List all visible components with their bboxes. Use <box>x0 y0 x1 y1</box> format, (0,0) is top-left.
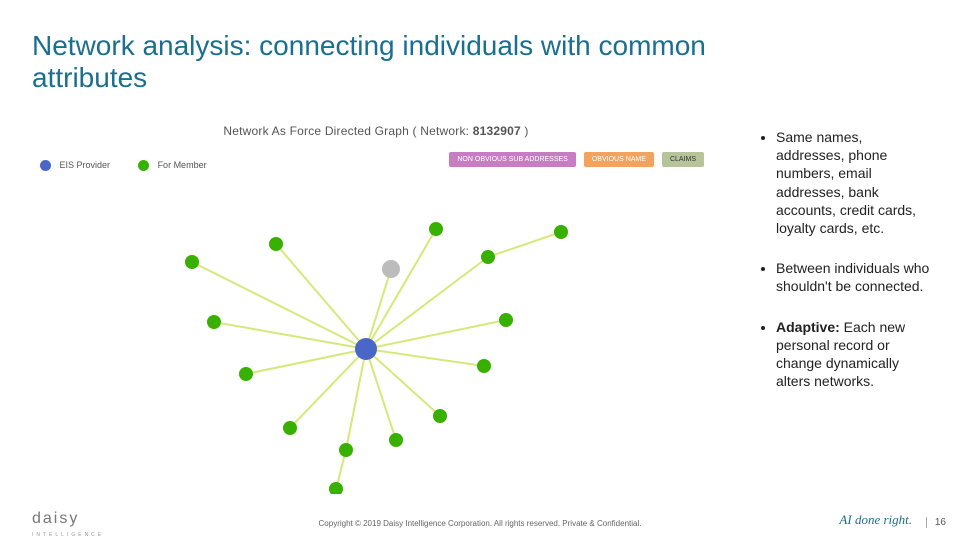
graph-node-provider[interactable] <box>355 338 377 360</box>
graph-node-member[interactable] <box>207 315 221 329</box>
legend-label-provider: EIS Provider <box>60 160 111 170</box>
graph-node-member[interactable] <box>477 359 491 373</box>
graph-title: Network As Force Directed Graph ( Networ… <box>36 124 716 138</box>
bullet-2: Between individuals who shouldn't be con… <box>776 259 930 295</box>
legend-item-member: For Member <box>138 160 207 171</box>
legend-marker-member <box>138 160 149 171</box>
legend-chip-obvious-name: OBVIOUS NAME <box>584 152 654 167</box>
graph-node-member[interactable] <box>389 433 403 447</box>
legend-chip-non-obvious: NON OBVIOUS SUB ADDRESSES <box>449 152 575 167</box>
legend-left: EIS Provider For Member <box>40 160 207 171</box>
legend-right: NON OBVIOUS SUB ADDRESSES OBVIOUS NAME C… <box>449 152 704 167</box>
graph-title-prefix: Network As Force Directed Graph ( Networ… <box>223 124 472 138</box>
bullet-list: Same names, addresses, phone numbers, em… <box>776 128 930 390</box>
page-number: 16 <box>926 517 946 528</box>
bullet-3: Adaptive: Each new personal record or ch… <box>776 318 930 391</box>
graph-node-member[interactable] <box>329 482 343 494</box>
graph-node-member[interactable] <box>269 237 283 251</box>
bullet-3-emphasis: Adaptive: <box>776 319 840 335</box>
bullet-1: Same names, addresses, phone numbers, em… <box>776 128 930 237</box>
graph-node-member[interactable] <box>481 250 495 264</box>
graph-node-member[interactable] <box>239 367 253 381</box>
network-graph-panel: Network As Force Directed Graph ( Networ… <box>36 124 716 494</box>
graph-node-member[interactable] <box>433 409 447 423</box>
tagline: AI done right. <box>839 512 912 528</box>
legend-label-member: For Member <box>158 160 207 170</box>
graph-edge <box>366 320 506 349</box>
graph-node-member[interactable] <box>499 313 513 327</box>
force-directed-graph <box>36 174 716 494</box>
graph-title-value: 8132907 <box>473 124 521 138</box>
graph-node-member[interactable] <box>429 222 443 236</box>
graph-node-other[interactable] <box>382 260 400 278</box>
graph-edge <box>366 269 391 349</box>
graph-edge <box>488 232 561 257</box>
graph-node-member[interactable] <box>283 421 297 435</box>
legend-chip-claims: CLAIMS <box>662 152 704 167</box>
graph-edge <box>366 349 484 366</box>
graph-edge <box>246 349 366 374</box>
graph-node-member[interactable] <box>339 443 353 457</box>
graph-edge <box>214 322 366 349</box>
graph-edge <box>346 349 366 450</box>
footer: daisy INTELLIGENCE Copyright © 2019 Dais… <box>0 512 960 536</box>
logo-subtext: INTELLIGENCE <box>32 532 104 538</box>
graph-title-suffix: ) <box>521 124 529 138</box>
legend-marker-provider <box>40 160 51 171</box>
graph-node-member[interactable] <box>554 225 568 239</box>
page-title: Network analysis: connecting individuals… <box>32 30 792 94</box>
graph-node-member[interactable] <box>185 255 199 269</box>
bullet-list-panel: Same names, addresses, phone numbers, em… <box>760 128 930 412</box>
graph-edge <box>366 229 436 349</box>
graph-edge <box>290 349 366 428</box>
legend-item-provider: EIS Provider <box>40 160 110 171</box>
graph-edge <box>276 244 366 349</box>
graph-edge <box>192 262 366 349</box>
copyright: Copyright © 2019 Daisy Intelligence Corp… <box>0 519 960 528</box>
